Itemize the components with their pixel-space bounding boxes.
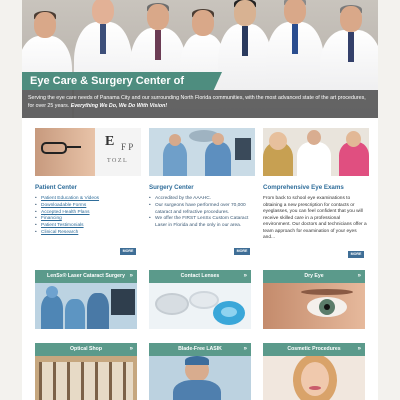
tile-optical-shop[interactable]: Optical Shop » xyxy=(35,343,137,400)
tile-blade-free-lasik-header[interactable]: Blade-Free LASIK » xyxy=(149,343,251,356)
link-downloadable-forms[interactable]: Downloadable Forms xyxy=(35,203,141,210)
tile-blade-free-lasik-label: Blade-Free LASIK xyxy=(178,346,222,352)
tile-blade-free-lasik-image[interactable] xyxy=(149,356,251,400)
surgeons-photo[interactable] xyxy=(149,128,255,176)
tile-lensx-header[interactable]: LenSx® Laser Cataract Surgery » xyxy=(35,270,137,283)
chevron-right-icon: » xyxy=(243,346,247,352)
surgery-bullet: Our surgeons have performed over 70,000 … xyxy=(149,203,255,217)
tile-cosmetic-procedures[interactable]: Cosmetic Procedures » xyxy=(263,343,365,400)
patient-center-title[interactable]: Patient Center xyxy=(35,184,141,191)
tile-lensx[interactable]: LenSx® Laser Cataract Surgery » xyxy=(35,270,137,329)
tile-dry-eye[interactable]: Dry Eye » xyxy=(263,270,365,329)
tile-cosmetic-procedures-image[interactable] xyxy=(263,356,365,400)
chevron-right-icon: » xyxy=(357,273,361,279)
hero-heading: Eye Care & Surgery Center of Excellence xyxy=(22,72,222,90)
patient-center-links: Patient Education & Videos Downloadable … xyxy=(35,196,141,237)
chevron-right-icon: » xyxy=(357,346,361,352)
link-patient-education[interactable]: Patient Education & Videos xyxy=(35,196,141,203)
tile-contact-lenses-label: Contact Lenses xyxy=(180,273,220,279)
eye-chart-photo[interactable]: E F P T O Z L xyxy=(35,128,141,176)
tile-optical-shop-label: Optical Shop xyxy=(70,346,102,352)
tile-contact-lenses-image[interactable] xyxy=(149,283,251,329)
surgery-center-more-button[interactable]: MORE xyxy=(234,248,250,255)
eye-exams-title[interactable]: Comprehensive Eye Exams xyxy=(263,184,369,191)
tile-optical-shop-image[interactable] xyxy=(35,356,137,400)
eye-exams-column: Comprehensive Eye Exams From back to sch… xyxy=(263,128,369,242)
tile-dry-eye-header[interactable]: Dry Eye » xyxy=(263,270,365,283)
tile-dry-eye-image[interactable] xyxy=(263,283,365,329)
chevron-right-icon: » xyxy=(129,273,133,279)
tile-contact-lenses[interactable]: Contact Lenses » xyxy=(149,270,251,329)
chevron-right-icon: » xyxy=(243,273,247,279)
tile-lensx-label: LenSx® Laser Cataract Surgery xyxy=(47,273,125,279)
tile-dry-eye-label: Dry Eye xyxy=(304,273,324,279)
eye-chart-letter: E xyxy=(105,134,115,149)
tile-cosmetic-procedures-header[interactable]: Cosmetic Procedures » xyxy=(263,343,365,356)
tile-blade-free-lasik[interactable]: Blade-Free LASIK » xyxy=(149,343,251,400)
eye-exams-text: From back to school eye examinations to … xyxy=(263,196,367,240)
eye-exams-more-button[interactable]: MORE xyxy=(348,251,364,258)
eye-exam-photo[interactable] xyxy=(263,128,369,176)
tile-contact-lenses-header[interactable]: Contact Lenses » xyxy=(149,270,251,283)
tile-cosmetic-procedures-label: Cosmetic Procedures xyxy=(287,346,341,352)
surgery-center-column: Surgery Center Accredited by the AAAHC. … xyxy=(149,128,255,230)
patient-center-column: E F P T O Z L Patient Center Patient Edu… xyxy=(35,128,141,237)
hero-banner: Eye Care & Surgery Center of Excellence … xyxy=(22,0,378,118)
tile-optical-shop-header[interactable]: Optical Shop » xyxy=(35,343,137,356)
surgery-bullet: We offer the FIRST LenSx Custom Cataract… xyxy=(149,216,255,230)
surgery-center-title[interactable]: Surgery Center xyxy=(149,184,255,191)
patient-center-more-button[interactable]: MORE xyxy=(120,248,136,255)
chevron-right-icon: » xyxy=(129,346,133,352)
hero-blurb: Serving the eye care needs of Panama Cit… xyxy=(28,94,373,110)
tile-lensx-image[interactable] xyxy=(35,283,137,329)
page: Eye Care & Surgery Center of Excellence … xyxy=(22,0,378,400)
link-testimonials[interactable]: Patient Testimonials xyxy=(35,223,141,230)
surgery-bullet: Accredited by the AAAHC. xyxy=(149,196,255,203)
surgery-center-bullets: Accredited by the AAAHC. Our surgeons ha… xyxy=(149,196,255,230)
hero-tagline: Everything We Do, We Do With Vision! xyxy=(70,103,168,109)
link-clinical-research[interactable]: Clinical Research xyxy=(35,230,141,237)
